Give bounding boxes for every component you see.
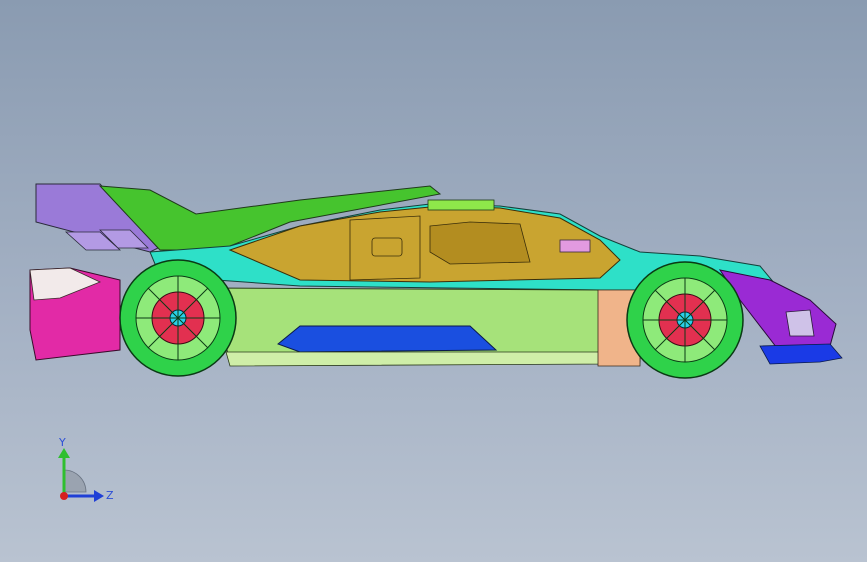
front-wheel[interactable]: [626, 261, 744, 379]
race-car-model[interactable]: [0, 0, 867, 562]
canopy-window: [429, 221, 531, 265]
side-sill: [225, 351, 611, 367]
z-axis-label: Z: [106, 489, 114, 502]
triad-plane: [63, 469, 87, 493]
x-axis-dot: [60, 492, 68, 500]
graphics-viewport[interactable]: Y Z: [0, 0, 867, 562]
coordinate-triad: Y Z: [58, 436, 114, 502]
y-axis-label: Y: [58, 436, 66, 449]
z-axis-arrow: [94, 490, 104, 502]
rear-wheel[interactable]: [119, 259, 237, 377]
headlight-cluster: [785, 309, 815, 337]
roof-vent: [427, 199, 495, 211]
side-intake-blue: [277, 325, 498, 353]
front-splitter: [759, 343, 843, 365]
y-axis-arrow: [58, 448, 70, 458]
mirror: [559, 239, 591, 253]
